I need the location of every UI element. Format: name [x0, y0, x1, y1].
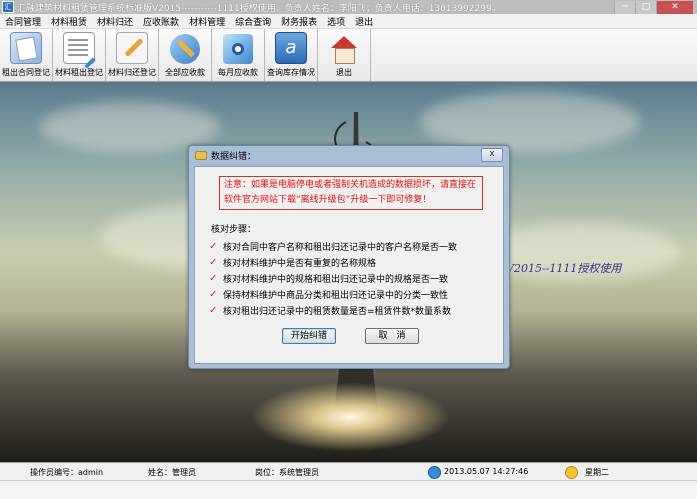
receivables-tools-icon	[170, 34, 200, 64]
close-button[interactable]: ✕	[656, 0, 693, 14]
return-pen-icon	[116, 32, 148, 64]
warning-notice: 注意：如果是电脑停电或者强制关机造成的数据损坏，请直接在软件官方网站下载“离线升…	[219, 176, 483, 210]
menu-reports[interactable]: 财务报表	[276, 15, 322, 28]
contract-register-button[interactable]: 租出合同登记	[0, 29, 53, 81]
checkmark-icon: ✓	[209, 272, 218, 284]
inventory-query-button[interactable]: a 查询库存情况	[265, 29, 318, 81]
step-text: 核对材料维护中的规格和租出归还记录中的规格是否一致	[223, 274, 449, 285]
all-receivables-button[interactable]: 全部应收款	[159, 29, 212, 81]
menu-materials[interactable]: 材料管理	[184, 15, 230, 28]
operator-id: 操作员编号：admin	[30, 468, 104, 477]
maximize-button[interactable]: □	[635, 0, 656, 14]
datetime: 2013.05.07 14:27:46	[444, 467, 529, 476]
start-correction-button[interactable]: 开始纠错	[282, 328, 336, 344]
tool-label: 租出合同登记	[2, 68, 50, 77]
contract-book-icon	[10, 32, 42, 64]
tool-label: 材料租出登记	[55, 68, 103, 77]
checkmark-icon: ✓	[209, 304, 218, 316]
step-text: 核对材料维护中是否有重复的名称规格	[223, 258, 377, 269]
dialog-body: 注意：如果是电脑停电或者强制关机造成的数据损坏，请直接在软件官方网站下载“离线升…	[194, 166, 504, 364]
step-text: 保持材料维护中商品分类和租出归还记录中的分类一致性	[223, 290, 449, 301]
list-item: ✓ 核对合同中客户名称和租出归还记录中的客户名称是否一致	[209, 238, 457, 254]
steps-title: 核对步骤：	[211, 225, 257, 235]
checkmark-icon: ✓	[209, 256, 218, 268]
menu-bar: 合同管理 材料租赁 材料归还 应收账款 材料管理 综合查询 财务报表 选项 退出	[0, 14, 697, 29]
menu-contract[interactable]: 合同管理	[0, 15, 46, 28]
cloud-shape	[420, 92, 640, 152]
clock-icon	[428, 466, 441, 479]
license-watermark: V2015--1111授权使用	[506, 262, 622, 275]
list-item: ✓ 核对材料维护中是否有重复的名称规格	[209, 254, 457, 270]
tool-label: 每月应收款	[218, 68, 258, 77]
home-exit-icon	[329, 34, 359, 64]
menu-return[interactable]: 材料归还	[92, 15, 138, 28]
operator-post: 岗位：系统管理员	[255, 468, 319, 477]
cancel-button[interactable]: 取 消	[365, 328, 419, 344]
dialog-title: 数据纠错：	[211, 151, 257, 162]
minimize-button[interactable]: ─	[614, 0, 635, 14]
dialog-titlebar: 数据纠错： x	[189, 146, 509, 164]
rental-sheet-icon	[63, 32, 95, 64]
menu-exit[interactable]: 退出	[350, 15, 378, 28]
checkmark-icon: ✓	[209, 288, 218, 300]
window-titlebar: 汇 汇融建筑材料租赁管理系统标准版V2015-----------1111授权使…	[0, 0, 697, 14]
monthly-gear-icon	[223, 34, 253, 64]
app-icon: 汇	[2, 1, 14, 13]
steps-list: ✓ 核对合同中客户名称和租出归还记录中的客户名称是否一致 ✓ 核对材料维护中是否…	[209, 238, 457, 318]
weekday: 星期二	[585, 468, 609, 477]
tool-label: 查询库存情况	[267, 68, 315, 77]
step-text: 核对租出归还记录中的租赁数量是否=租赁件数*数量系数	[223, 306, 452, 317]
bottom-strip	[0, 480, 697, 499]
step-text: 核对合同中客户名称和租出归还记录中的客户名称是否一致	[223, 242, 458, 253]
toolbar: 租出合同登记 材料租出登记 材料归还登记 全部应收款 每月应收款 a 查询库存情…	[0, 29, 697, 82]
operator-name: 姓名：管理员	[148, 468, 196, 477]
inventory-a-icon: a	[275, 32, 307, 64]
list-item: ✓ 保持材料维护中商品分类和租出归还记录中的分类一致性	[209, 286, 457, 302]
rental-register-button[interactable]: 材料租出登记	[53, 29, 106, 81]
sunlight-glow	[250, 382, 450, 452]
window-title: 汇融建筑材料租赁管理系统标准版V2015-----------1111授权使用，…	[17, 3, 501, 14]
menu-query[interactable]: 综合查询	[230, 15, 276, 28]
dialog-close-button[interactable]: x	[481, 148, 503, 162]
tool-label: 退出	[336, 68, 352, 77]
return-register-button[interactable]: 材料归还登记	[106, 29, 159, 81]
data-correction-dialog: 数据纠错： x 注意：如果是电脑停电或者强制关机造成的数据损坏，请直接在软件官方…	[188, 145, 510, 369]
monthly-receivables-button[interactable]: 每月应收款	[212, 29, 265, 81]
menu-rental[interactable]: 材料租赁	[46, 15, 92, 28]
window-controls: ─ □ ✕	[614, 0, 693, 14]
status-bar: 操作员编号：admin 姓名：管理员 岗位：系统管理员 2013.05.07 1…	[0, 462, 697, 481]
weather-sun-icon	[565, 466, 578, 479]
checkmark-icon: ✓	[209, 240, 218, 252]
list-item: ✓ 核对租出归还记录中的租赁数量是否=租赁件数*数量系数	[209, 302, 457, 318]
folder-icon	[195, 150, 207, 160]
menu-receivables[interactable]: 应收账款	[138, 15, 184, 28]
list-item: ✓ 核对材料维护中的规格和租出归还记录中的规格是否一致	[209, 270, 457, 286]
tool-label: 材料归还登记	[108, 68, 156, 77]
menu-options[interactable]: 选项	[322, 15, 350, 28]
tool-label: 全部应收款	[165, 68, 205, 77]
exit-button[interactable]: 退出	[318, 29, 371, 81]
